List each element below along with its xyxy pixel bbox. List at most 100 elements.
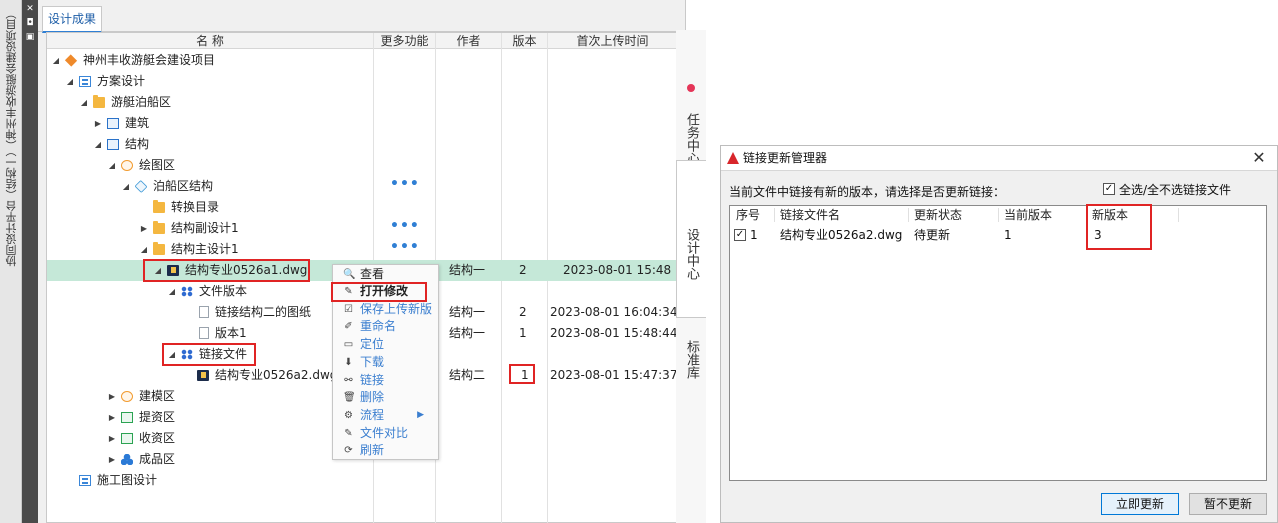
- gear-icon: ⚙: [344, 410, 353, 421]
- tree-row[interactable]: ◢ 方案设计: [47, 71, 677, 92]
- dialog-prompt: 当前文件中链接有新的版本，请选择是否更新链接：: [729, 185, 1006, 199]
- project-icon: [64, 54, 78, 67]
- collapse-arrow-icon[interactable]: ◢: [167, 281, 177, 302]
- upload-time-cell: 2023-08-01 15:48: [563, 263, 672, 277]
- highlight-box: [143, 259, 310, 282]
- tree-row[interactable]: ▶ 结构副设计1 •••: [47, 218, 677, 239]
- expand-arrow-icon[interactable]: ▶: [107, 449, 117, 470]
- menu-item-workflow[interactable]: ⚙ 流程 ▶: [333, 407, 438, 424]
- tree-row[interactable]: ◢ 绘图区: [47, 155, 677, 176]
- drawing-area-icon: [121, 160, 133, 171]
- tree-row[interactable]: 转换目录: [47, 197, 677, 218]
- author-cell: 结构一: [449, 326, 486, 340]
- submenu-arrow-icon: ▶: [417, 410, 424, 420]
- close-icon[interactable]: ✕: [1251, 148, 1267, 168]
- tree-row[interactable]: ◢ 结构主设计1 •••: [47, 239, 677, 260]
- expand-arrow-icon[interactable]: ▶: [93, 113, 103, 134]
- tab-standard-library[interactable]: 标准库: [676, 322, 706, 396]
- refresh-icon: ⟳: [344, 445, 353, 456]
- update-now-button[interactable]: 立即更新: [1101, 493, 1179, 515]
- tree-row[interactable]: ◢ 神州丰收游艇会建设项目: [47, 50, 677, 71]
- current-version-cell: 1: [1004, 228, 1012, 242]
- magnify-icon: 🔍: [343, 269, 356, 280]
- column-header-current[interactable]: 当前版本: [1004, 206, 1052, 224]
- menu-item-locate[interactable]: ▭ 定位: [333, 336, 438, 353]
- column-header-name[interactable]: 名 称: [47, 33, 373, 49]
- column-header-file[interactable]: 链接文件名: [780, 206, 840, 224]
- collapse-arrow-icon[interactable]: ◢: [107, 155, 117, 176]
- version-cell: 2: [519, 263, 527, 277]
- dwg-file-icon: [197, 370, 209, 381]
- cube-icon: [134, 179, 148, 194]
- tree-item-label: 提资区: [139, 410, 176, 424]
- more-functions-button[interactable]: •••: [390, 218, 420, 239]
- column-header-more[interactable]: 更多功能: [374, 33, 435, 49]
- column-header-version[interactable]: 版本: [502, 33, 547, 49]
- menu-item-compare[interactable]: ✎ 文件对比: [333, 425, 438, 442]
- column-header-author[interactable]: 作者: [436, 33, 501, 49]
- menu-item-refresh[interactable]: ⟳ 刷新: [333, 442, 438, 459]
- dialog-title-bar: 链接更新管理器 ✕: [721, 146, 1277, 170]
- tab-design-center[interactable]: 设计中心: [676, 160, 706, 318]
- tree-item-label: 结构: [125, 137, 150, 151]
- skip-update-button[interactable]: 暂不更新: [1189, 493, 1267, 515]
- pin-icon[interactable]: ◘: [24, 18, 36, 29]
- tab-design-results[interactable]: 设计成果: [42, 6, 102, 33]
- tab-bar: 设计成果: [38, 6, 686, 33]
- notification-dot-icon: [687, 84, 695, 92]
- tree-item-label: 建筑: [125, 116, 150, 130]
- tree-row[interactable]: ▶ 建筑: [47, 113, 677, 134]
- dialog-title: 链接更新管理器: [743, 151, 828, 165]
- close-icon[interactable]: ✕: [24, 4, 36, 15]
- select-all-checkbox[interactable]: ✓: [1103, 183, 1115, 195]
- tree-item-label: 结构副设计1: [171, 221, 239, 235]
- collapse-arrow-icon[interactable]: ◢: [121, 176, 131, 197]
- more-functions-button[interactable]: •••: [390, 176, 420, 197]
- trash-icon: 🗑: [343, 392, 356, 403]
- row-select-checkbox[interactable]: ✓: [734, 229, 746, 241]
- discipline-icon: [107, 118, 119, 129]
- collapse-arrow-icon[interactable]: ◢: [93, 134, 103, 155]
- expand-arrow-icon[interactable]: ▶: [107, 428, 117, 449]
- expand-arrow-icon[interactable]: ▶: [107, 407, 117, 428]
- document-icon: [199, 327, 209, 339]
- column-header-status[interactable]: 更新状态: [914, 206, 962, 224]
- tree-item-label: 结构主设计1: [171, 242, 239, 256]
- menu-item-view[interactable]: 🔍 查看: [333, 266, 438, 283]
- tree-row[interactable]: ◢ 结构: [47, 134, 677, 155]
- folder-icon: [93, 95, 105, 108]
- versions-icon: [181, 286, 193, 297]
- collapse-arrow-icon[interactable]: ◢: [79, 92, 89, 113]
- folder-icon: [153, 221, 165, 234]
- upload-time-cell: 2023-08-01 15:48:44.0: [550, 326, 689, 340]
- product-area-icon: [121, 454, 133, 465]
- menu-item-download[interactable]: ⬇ 下载: [333, 354, 438, 371]
- menu-item-link[interactable]: ⚯ 链接: [333, 372, 438, 389]
- discipline-icon: [107, 139, 119, 150]
- menu-item-rename[interactable]: ✐ 重命名: [333, 318, 438, 335]
- collapse-arrow-icon[interactable]: ◢: [139, 239, 149, 260]
- stage-icon: [79, 475, 91, 486]
- expand-arrow-icon[interactable]: ▶: [107, 386, 117, 407]
- tree-row[interactable]: ◢ 泊船区结构 •••: [47, 176, 677, 197]
- tree-item-label: 成品区: [139, 452, 176, 466]
- more-functions-button[interactable]: •••: [390, 239, 420, 260]
- link-icon: ⚯: [344, 375, 353, 386]
- tree-item-label: 绘图区: [139, 158, 176, 172]
- tree-row[interactable]: 施工图设计: [47, 470, 677, 491]
- collapse-arrow-icon[interactable]: ◢: [51, 50, 61, 71]
- expand-arrow-icon[interactable]: ▶: [139, 218, 149, 239]
- tree-row[interactable]: ◢ 游艇泊船区: [47, 92, 677, 113]
- menu-item-save-upload[interactable]: ☑ 保存上传新版: [333, 301, 438, 318]
- column-header-upload-time[interactable]: 首次上传时间: [548, 33, 677, 49]
- collapse-arrow-icon[interactable]: ◢: [65, 71, 75, 92]
- version-cell: 2: [519, 305, 527, 319]
- side-tab-bar: 任务中心 设计中心 标准库: [676, 30, 706, 523]
- restore-icon[interactable]: ▣: [24, 32, 36, 43]
- modeling-area-icon: [121, 391, 133, 402]
- highlight-box: [509, 364, 535, 384]
- menu-item-delete[interactable]: 🗑 删除: [333, 389, 438, 406]
- tree-item-label: 版本1: [215, 326, 247, 340]
- receive-area-icon: [121, 433, 133, 444]
- column-header-seq[interactable]: 序号: [736, 206, 760, 224]
